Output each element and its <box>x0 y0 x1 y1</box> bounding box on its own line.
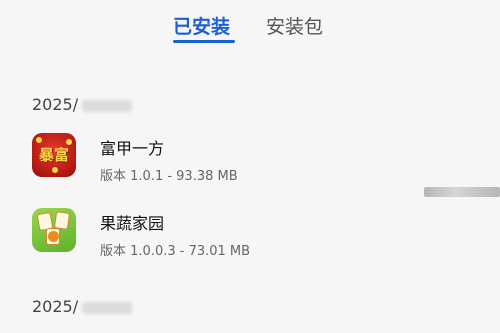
app-list-item[interactable]: 果蔬家园 版本 1.0.0.3 - 73.01 MB <box>32 208 482 266</box>
tab-installed[interactable]: 已安装 <box>173 12 230 39</box>
app-name: 富甲一方 <box>100 139 165 158</box>
tab-bar: 已安装 安装包 <box>0 12 500 52</box>
app-version-size: 版本 1.0.1 - 93.38 MB <box>100 169 238 184</box>
app-version-size: 版本 1.0.0.3 - 73.01 MB <box>100 244 251 259</box>
date-header: 2025/ <box>32 95 133 114</box>
date-label: 2025/ <box>32 95 79 114</box>
active-tab-indicator <box>173 40 235 43</box>
guoshujiayuan-app-icon[interactable] <box>32 208 76 252</box>
tab-install-packages[interactable]: 安装包 <box>266 12 323 39</box>
app-icon-text: 暴富 <box>38 146 69 164</box>
date-header: 2025/ <box>32 297 133 316</box>
redacted-date-part <box>82 301 133 314</box>
app-list-item[interactable]: 暴富 富甲一方 版本 1.0.1 - 93.38 MB <box>32 133 482 191</box>
watermark <box>424 187 500 197</box>
app-name: 果蔬家园 <box>100 214 165 233</box>
date-label: 2025/ <box>32 297 79 316</box>
redacted-date-part <box>82 99 133 112</box>
fujiayifang-app-icon[interactable]: 暴富 <box>32 133 76 177</box>
